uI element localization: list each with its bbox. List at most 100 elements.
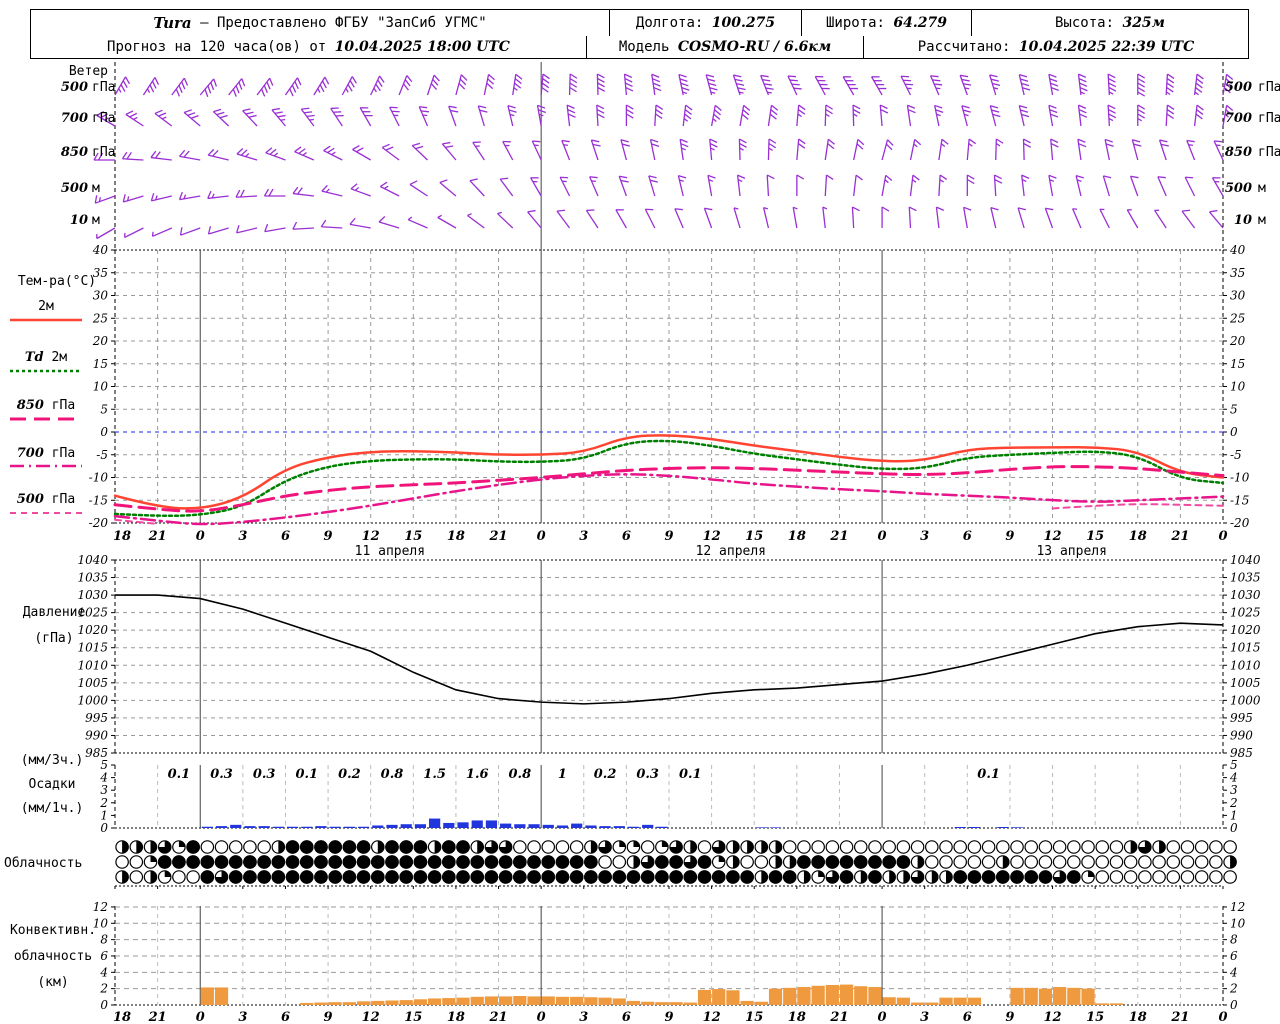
svg-text:12: 12 <box>362 1010 380 1024</box>
svg-text:21: 21 <box>829 529 848 544</box>
svg-text:11 апреля: 11 апреля <box>355 544 425 559</box>
svg-text:1040: 1040 <box>1230 553 1261 567</box>
svg-text:25: 25 <box>1229 311 1245 325</box>
svg-text:6: 6 <box>963 1010 972 1024</box>
svg-text:18: 18 <box>447 1010 465 1024</box>
svg-text:1020: 1020 <box>1230 623 1261 637</box>
svg-text:21: 21 <box>1170 1010 1189 1024</box>
svg-text:995: 995 <box>1230 711 1253 725</box>
svg-text:10: 10 <box>93 916 109 930</box>
meteogram-page: Tura — Предоставлено ФГБУ "ЗапСиб УГМС" … <box>0 0 1280 1024</box>
svg-text:1030: 1030 <box>77 588 108 602</box>
svg-text:6: 6 <box>281 1010 290 1024</box>
svg-text:1000: 1000 <box>1230 693 1261 707</box>
svg-text:12 апреля: 12 апреля <box>696 544 766 559</box>
svg-text:1005: 1005 <box>1230 676 1261 690</box>
svg-text:0: 0 <box>196 529 205 544</box>
svg-text:9: 9 <box>324 529 333 544</box>
svg-text:995: 995 <box>85 711 108 725</box>
svg-text:6: 6 <box>963 529 972 544</box>
svg-text:м: м <box>92 213 100 228</box>
svg-text:-20: -20 <box>1230 516 1250 530</box>
svg-text:15: 15 <box>404 529 422 544</box>
svg-text:10: 10 <box>1230 916 1246 930</box>
svg-text:9: 9 <box>1005 1010 1014 1024</box>
svg-text:0: 0 <box>878 529 887 544</box>
svg-text:-5: -5 <box>96 448 108 462</box>
svg-text:0: 0 <box>1218 529 1227 544</box>
svg-text:0: 0 <box>1230 998 1238 1012</box>
svg-text:1005: 1005 <box>77 676 108 690</box>
svg-text:3: 3 <box>920 529 929 544</box>
svg-text:8: 8 <box>100 933 108 947</box>
svg-text:850: 850 <box>61 145 88 160</box>
svg-text:0.1: 0.1 <box>977 767 1000 782</box>
svg-text:1.5: 1.5 <box>423 767 446 782</box>
svg-text:9: 9 <box>664 1010 673 1024</box>
svg-text:15: 15 <box>745 529 763 544</box>
svg-text:0.1: 0.1 <box>679 767 702 782</box>
svg-text:9: 9 <box>324 1010 333 1024</box>
svg-text:0: 0 <box>196 1010 205 1024</box>
svg-text:1: 1 <box>558 767 567 782</box>
svg-text:15: 15 <box>93 357 108 371</box>
svg-text:6: 6 <box>100 949 108 963</box>
svg-text:15: 15 <box>1230 357 1245 371</box>
svg-text:13 апреля: 13 апреля <box>1036 544 1106 559</box>
svg-text:18: 18 <box>1129 529 1147 544</box>
svg-text:гПа: гПа <box>92 80 115 95</box>
svg-text:12: 12 <box>703 529 721 544</box>
svg-text:12: 12 <box>1043 529 1061 544</box>
svg-text:-15: -15 <box>89 493 108 507</box>
svg-text:990: 990 <box>1230 728 1253 742</box>
svg-text:10: 10 <box>70 213 88 228</box>
svg-text:1040: 1040 <box>77 553 108 567</box>
svg-text:м: м <box>1258 181 1266 196</box>
svg-text:18: 18 <box>113 529 131 544</box>
svg-text:15: 15 <box>1086 1010 1104 1024</box>
svg-text:-5: -5 <box>1230 448 1242 462</box>
svg-text:700: 700 <box>1225 111 1252 126</box>
svg-text:9: 9 <box>1005 529 1014 544</box>
svg-text:0.2: 0.2 <box>338 767 361 782</box>
svg-text:850: 850 <box>1225 145 1252 160</box>
svg-text:0.2: 0.2 <box>594 767 617 782</box>
svg-text:0.3: 0.3 <box>253 767 276 782</box>
svg-text:-10: -10 <box>89 471 109 485</box>
svg-text:-10: -10 <box>1230 471 1250 485</box>
svg-text:40: 40 <box>92 243 109 257</box>
svg-text:4: 4 <box>99 965 108 979</box>
svg-text:8: 8 <box>1230 933 1238 947</box>
svg-text:20: 20 <box>1229 334 1246 348</box>
svg-text:18: 18 <box>788 529 806 544</box>
svg-text:4: 4 <box>1229 965 1238 979</box>
svg-text:21: 21 <box>148 529 167 544</box>
svg-text:1035: 1035 <box>77 571 108 585</box>
svg-text:6: 6 <box>281 529 290 544</box>
svg-text:0: 0 <box>100 998 108 1012</box>
svg-text:9: 9 <box>664 529 673 544</box>
svg-text:1.6: 1.6 <box>466 767 489 782</box>
svg-text:-15: -15 <box>1230 493 1249 507</box>
svg-text:0: 0 <box>1230 425 1238 439</box>
svg-text:30: 30 <box>93 289 109 303</box>
svg-text:35: 35 <box>1230 266 1245 280</box>
svg-text:0: 0 <box>100 425 108 439</box>
svg-text:21: 21 <box>488 529 507 544</box>
svg-text:0.1: 0.1 <box>295 767 318 782</box>
svg-text:1010: 1010 <box>1230 658 1261 672</box>
svg-text:1010: 1010 <box>77 658 108 672</box>
svg-text:2: 2 <box>1229 982 1238 996</box>
svg-text:5: 5 <box>100 402 108 416</box>
svg-text:15: 15 <box>1086 529 1104 544</box>
svg-text:0: 0 <box>1230 821 1238 835</box>
svg-text:1035: 1035 <box>1230 571 1261 585</box>
svg-text:21: 21 <box>829 1010 848 1024</box>
svg-text:500: 500 <box>1225 181 1252 196</box>
svg-text:3: 3 <box>579 529 588 544</box>
svg-text:0.8: 0.8 <box>509 767 532 782</box>
svg-text:1020: 1020 <box>77 623 108 637</box>
svg-text:21: 21 <box>1170 529 1189 544</box>
svg-text:12: 12 <box>93 900 108 914</box>
svg-text:2: 2 <box>99 982 108 996</box>
